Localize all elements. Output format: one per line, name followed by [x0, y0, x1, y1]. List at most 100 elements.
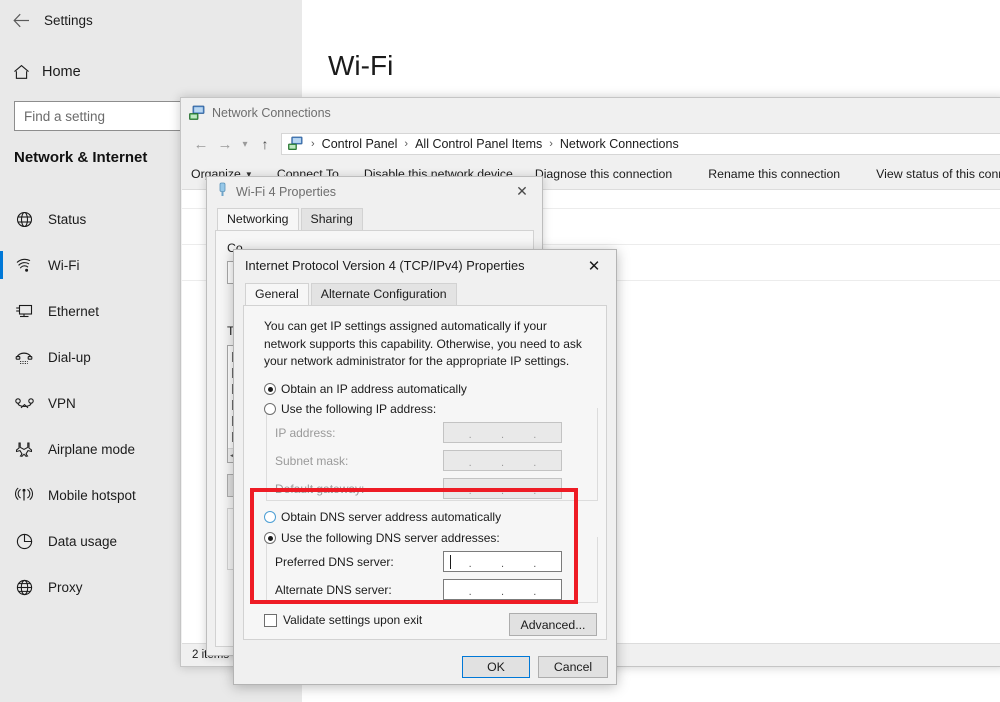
validate-settings-label: Validate settings upon exit [283, 613, 422, 627]
search-input-placeholder: Find a setting [24, 109, 105, 124]
network-connections-addressbar: ← → ▾ ↑ › Control Panel › All Control Pa… [181, 128, 1000, 160]
radio-button[interactable] [264, 532, 276, 544]
dns-fields-group: Preferred DNS server: ... Alternate DNS … [266, 537, 598, 603]
sidebar-item-status-label: Status [48, 212, 86, 227]
radio-obtain-dns-automatically[interactable]: Obtain DNS server address automatically [264, 510, 501, 524]
validate-settings-checkbox[interactable]: Validate settings upon exit [264, 613, 422, 627]
ethernet-icon [0, 303, 48, 319]
sidebar-item-data-usage-label: Data usage [48, 534, 117, 549]
up-arrow-icon[interactable]: ↑ [253, 136, 277, 152]
network-connections-titlebar: Network Connections [181, 98, 1000, 128]
tab-networking[interactable]: Networking [217, 208, 299, 230]
radio-obtain-ip-automatically[interactable]: Obtain an IP address automatically [264, 382, 467, 396]
cancel-button[interactable]: Cancel [538, 656, 608, 678]
back-arrow-icon[interactable] [0, 3, 42, 37]
wifi-icon [0, 258, 48, 273]
radio-button[interactable] [264, 383, 276, 395]
radio-use-following-dns[interactable]: Use the following DNS server addresses: [264, 531, 504, 545]
selection-indicator [0, 251, 3, 279]
network-connections-icon [288, 136, 304, 152]
subnet-mask-label: Subnet mask: [275, 454, 348, 468]
sidebar-item-airplane-mode-label: Airplane mode [48, 442, 135, 457]
wifi-properties-titlebar: Wi-Fi 4 Properties ✕ [207, 177, 542, 206]
ipv4-general-panel: You can get IP settings assigned automat… [243, 305, 607, 640]
sidebar-item-proxy-label: Proxy [48, 580, 83, 595]
wifi-properties-title: Wi-Fi 4 Properties [236, 185, 336, 199]
radio-obtain-ip-automatically-label: Obtain an IP address automatically [281, 382, 467, 396]
sidebar-item-ethernet-label: Ethernet [48, 304, 99, 319]
default-gateway-label: Default gateway: [275, 482, 364, 496]
hotspot-icon [0, 487, 48, 503]
ipv4-properties-title: Internet Protocol Version 4 (TCP/IPv4) P… [245, 258, 525, 273]
wifi-properties-tabs: Networking Sharing [207, 206, 542, 230]
ipv4-properties-titlebar: Internet Protocol Version 4 (TCP/IPv4) P… [234, 250, 616, 281]
toolbar-view-status-button[interactable]: View status of this connection [876, 167, 1000, 181]
preferred-dns-server-input[interactable]: ... [443, 551, 562, 572]
radio-button[interactable] [264, 403, 276, 415]
alternate-dns-server-input[interactable]: ... [443, 579, 562, 600]
checkbox[interactable] [264, 614, 277, 627]
page-title: Wi-Fi [328, 50, 393, 82]
sidebar-item-home-label: Home [42, 64, 81, 80]
radio-use-following-ip-label: Use the following IP address: [281, 402, 440, 416]
selection-indicator [0, 343, 3, 371]
tab-alternate-configuration[interactable]: Alternate Configuration [311, 283, 457, 305]
tab-sharing[interactable]: Sharing [301, 208, 363, 230]
selection-indicator [0, 527, 3, 555]
tab-general[interactable]: General [245, 283, 309, 305]
close-icon[interactable]: ✕ [572, 250, 616, 281]
chevron-down-icon[interactable]: ▾ [237, 139, 253, 150]
globe-icon [0, 211, 48, 228]
toolbar-diagnose-button[interactable]: Diagnose this connection [535, 167, 672, 181]
subnet-mask-input: ... [443, 450, 562, 471]
breadcrumb[interactable]: › Control Panel › All Control Panel Item… [281, 133, 1000, 155]
radio-button[interactable] [264, 511, 276, 523]
radio-obtain-dns-automatically-label: Obtain DNS server address automatically [281, 510, 501, 524]
sidebar-item-vpn-label: VPN [48, 396, 76, 411]
ipv4-properties-dialog: Internet Protocol Version 4 (TCP/IPv4) P… [233, 249, 617, 685]
selection-indicator [0, 481, 3, 509]
preferred-dns-server-label: Preferred DNS server: [275, 555, 394, 569]
home-icon [0, 64, 42, 80]
settings-titlebar: Settings [0, 0, 302, 40]
radio-use-following-dns-label: Use the following DNS server addresses: [281, 531, 504, 545]
selection-indicator [0, 573, 3, 601]
back-arrow-icon[interactable]: ← [189, 136, 213, 153]
selection-indicator [0, 389, 3, 417]
network-connections-title: Network Connections [212, 106, 331, 120]
airplane-icon [0, 441, 48, 458]
selection-indicator [0, 205, 3, 233]
selection-indicator [0, 297, 3, 325]
globe-grid-icon [0, 579, 48, 596]
breadcrumb-separator: › [549, 138, 553, 150]
ok-button[interactable]: OK [462, 656, 530, 678]
sidebar-item-home[interactable]: Home [0, 56, 302, 88]
text-cursor [450, 555, 451, 569]
advanced-button[interactable]: Advanced... [509, 613, 597, 636]
default-gateway-input: ... [443, 478, 562, 499]
breadcrumb-item-all-control-panel-items[interactable]: All Control Panel Items [415, 137, 542, 151]
dialup-phone-icon [0, 350, 48, 365]
selection-indicator [0, 435, 3, 463]
vpn-icon [0, 397, 48, 410]
settings-title: Settings [44, 13, 93, 28]
close-icon[interactable]: ✕ [502, 177, 542, 206]
forward-arrow-icon[interactable]: → [213, 136, 237, 153]
sidebar-section-header: Network & Internet [14, 149, 147, 166]
ipv4-description: You can get IP settings assigned automat… [264, 318, 588, 371]
breadcrumb-separator: › [404, 138, 408, 150]
breadcrumb-separator: › [311, 138, 315, 150]
ip-fields-group: IP address: ... Subnet mask: ... Default… [266, 408, 598, 501]
alternate-dns-server-label: Alternate DNS server: [275, 583, 392, 597]
sidebar-item-mobile-hotspot-label: Mobile hotspot [48, 488, 136, 503]
sidebar-item-wifi-label: Wi-Fi [48, 258, 79, 273]
ip-address-input: ... [443, 422, 562, 443]
breadcrumb-item-network-connections[interactable]: Network Connections [560, 137, 679, 151]
sidebar-item-dialup-label: Dial-up [48, 350, 91, 365]
ipv4-properties-tabs: General Alternate Configuration [234, 281, 616, 305]
network-connections-icon [189, 105, 205, 121]
toolbar-rename-button[interactable]: Rename this connection [708, 167, 840, 181]
breadcrumb-item-control-panel[interactable]: Control Panel [322, 137, 398, 151]
network-adapter-icon [216, 182, 229, 202]
radio-use-following-ip[interactable]: Use the following IP address: [264, 402, 440, 416]
